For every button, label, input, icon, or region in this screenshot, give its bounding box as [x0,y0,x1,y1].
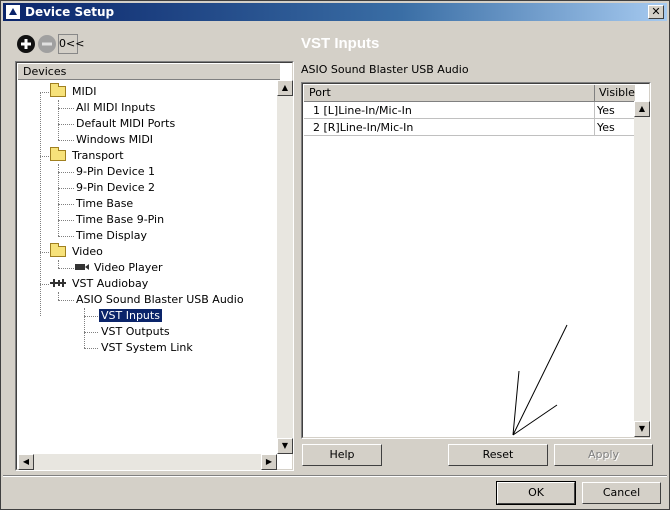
tree-item-asio-sound-blaster[interactable]: ASIO Sound Blaster USB Audio [76,292,244,308]
table-row[interactable]: 1 [L]Line-In/Mic-In Yes [304,102,635,119]
tree-item-label: Time Base 9-Pin [76,213,165,226]
tree-item-label: Video [72,245,103,258]
folder-icon [50,147,66,161]
reset-button[interactable]: Reset [448,444,548,466]
scroll-down-icon[interactable]: ▼ [277,438,293,454]
tree-item-label: Transport [72,149,124,162]
column-header-visible[interactable]: Visible [599,85,635,101]
close-button[interactable]: ✕ [648,5,664,19]
column-header-port[interactable]: Port [309,85,331,101]
tree-item-midi[interactable]: MIDI [50,83,97,100]
tree-item-label: VST System Link [101,341,193,354]
video-camera-icon [75,264,89,270]
divider [3,475,667,477]
tree-item-vst-inputs[interactable]: VST Inputs [98,308,163,324]
tree-item-time-base[interactable]: Time Base [76,196,133,212]
remove-icon[interactable] [37,34,57,54]
title-bar[interactable]: Device Setup ✕ [3,3,667,21]
add-icon[interactable] [16,34,36,54]
device-name-label: ASIO Sound Blaster USB Audio [301,63,469,76]
tree-item-9-pin-device-1[interactable]: 9-Pin Device 1 [76,164,155,180]
tree-item-video[interactable]: Video [50,243,103,260]
folder-icon [50,83,66,97]
folder-icon [50,243,66,257]
tree-item-label: 9-Pin Device 2 [76,181,155,194]
table-body: 1 [L]Line-In/Mic-In Yes 2 [R]Line-In/Mic… [304,102,635,436]
tree-item-label: VST Audiobay [72,277,149,290]
tree-item-label: Time Display [76,229,147,242]
port-cell: 2 [R]Line-In/Mic-In [313,121,414,134]
tree-item-vst-audiobay[interactable]: VST Audiobay [50,276,148,292]
ports-table: Port Visible 1 [L]Line-In/Mic-In Yes 2 [… [301,82,651,439]
visible-cell[interactable]: Yes [597,102,615,119]
tree-item-label: All MIDI Inputs [76,101,156,114]
devices-header: Devices [18,64,280,80]
port-cell: 1 [L]Line-In/Mic-In [313,104,412,117]
ok-button[interactable]: OK [496,481,576,505]
tree-item-label: MIDI [72,85,97,98]
tree-item-video-player[interactable]: Video Player [74,260,163,276]
tree-item-9-pin-device-2[interactable]: 9-Pin Device 2 [76,180,155,196]
cancel-button[interactable]: Cancel [582,482,661,504]
window-title: Device Setup [25,5,115,19]
page-title: VST Inputs [301,35,380,52]
scroll-up-icon[interactable]: ▲ [634,101,650,117]
tree-item-transport[interactable]: Transport [50,147,124,164]
table-header: Port Visible [304,85,635,102]
tree-item-label: VST Inputs [98,308,163,323]
tree-item-all-midi-inputs[interactable]: All MIDI Inputs [76,100,155,116]
annotation-arrow-icon [512,324,568,436]
scroll-left-icon[interactable]: ◀ [18,454,34,470]
reset-device-button[interactable]: 0<< [58,34,84,54]
scroll-right-icon[interactable]: ▶ [261,454,277,470]
tree-item-vst-outputs[interactable]: VST Outputs [101,324,170,340]
device-setup-window: Device Setup ✕ 0<< VST Inputs Devices MI… [0,0,670,510]
tree-item-label: ASIO Sound Blaster USB Audio [76,293,244,306]
tree-item-label: 9-Pin Device 1 [76,165,155,178]
tree-item-windows-midi[interactable]: Windows MIDI [76,132,153,148]
tree-item-label: Video Player [94,261,163,274]
help-button[interactable]: Help [302,444,382,466]
tree-item-label: Time Base [76,197,134,210]
visible-cell[interactable]: Yes [597,119,615,136]
audio-device-icon [50,279,66,287]
tree-item-label: Windows MIDI [76,133,154,146]
app-icon [6,5,20,19]
tree-item-time-display[interactable]: Time Display [76,228,147,244]
devices-vertical-scrollbar[interactable]: ▲ ▼ [277,80,293,454]
ports-vertical-scrollbar[interactable]: ▲ ▼ [634,101,650,437]
devices-horizontal-scrollbar[interactable]: ◀ ▶ [18,454,277,470]
tree-item-label: VST Outputs [101,325,170,338]
tree-item-time-base-9-pin[interactable]: Time Base 9-Pin [76,212,164,228]
table-row[interactable]: 2 [R]Line-In/Mic-In Yes [304,119,635,136]
tree-item-label: Default MIDI Ports [76,117,176,130]
tree-item-default-midi-ports[interactable]: Default MIDI Ports [76,116,175,132]
devices-panel: Devices MIDI All MIDI Inputs Default MID… [15,61,294,471]
scroll-down-icon[interactable]: ▼ [634,421,650,437]
scroll-up-icon[interactable]: ▲ [277,80,293,96]
tree-item-vst-system-link[interactable]: VST System Link [101,340,193,356]
apply-button: Apply [554,444,653,466]
